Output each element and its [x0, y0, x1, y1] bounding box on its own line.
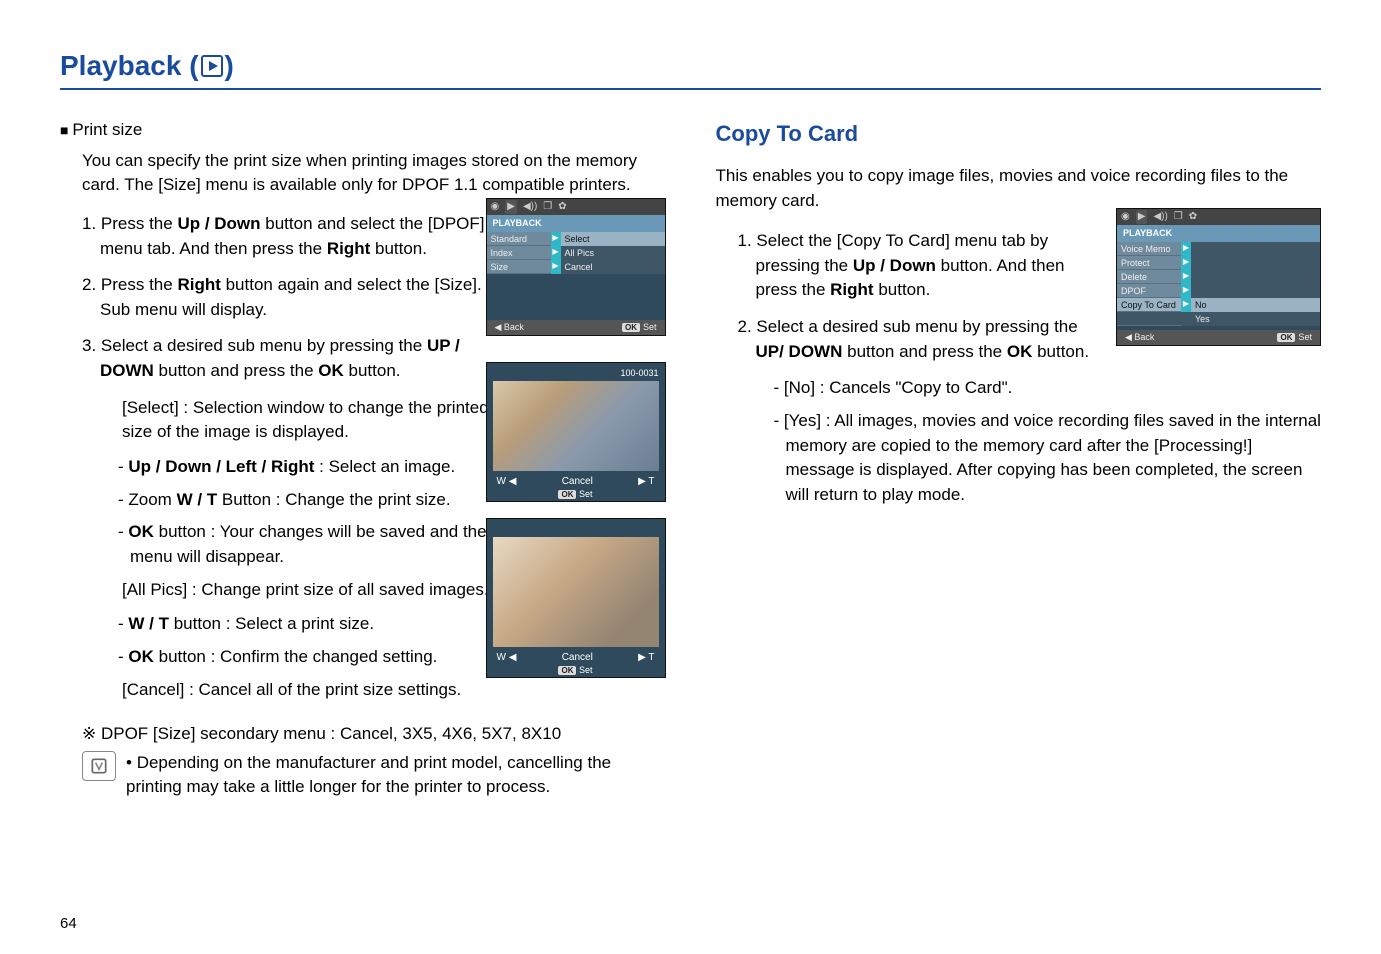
menu-row-protect: Protect▶: [1117, 256, 1320, 270]
menu-footbar: ◀ BackOKSet: [1117, 330, 1320, 345]
playback-icon: [201, 55, 223, 77]
chevron-right-icon: ▶: [1181, 242, 1191, 256]
menu-icons-bar: ◉ ▶ ◀)) ❐ ✿: [487, 199, 665, 215]
camera-menu-dpof: ◉ ▶ ◀)) ❐ ✿ PLAYBACK Standard▶Select Ind…: [486, 198, 666, 336]
menu-footbar: ◀ BackOKSet: [487, 320, 665, 335]
zoom-w: W ◀: [497, 651, 517, 666]
chevron-right-icon: ▶: [551, 246, 561, 260]
footnote1: ※ DPOF [Size] secondary menu : Cancel, 3…: [82, 722, 666, 747]
photo-image-2: [493, 537, 659, 647]
display-icon: ❐: [1174, 210, 1183, 225]
cancel-label: Cancel: [562, 475, 593, 490]
chevron-right-icon: ▶: [551, 232, 561, 246]
copy-yes: - [Yes] : All images, movies and voice r…: [786, 409, 1322, 508]
zoom-t: ▶ T: [638, 651, 654, 666]
left-column: Print size You can specify the print siz…: [60, 118, 666, 800]
display-icon: ❐: [543, 200, 552, 215]
menu-row-dpof: DPOF▶: [1117, 284, 1320, 298]
sound-icon: ◀)): [523, 200, 537, 215]
gear-icon: ✿: [558, 200, 566, 215]
note-icon: [82, 751, 116, 781]
page-title: Playback (): [60, 50, 1321, 90]
photo-counter: 100-0031: [620, 367, 658, 380]
chevron-right-icon: ▶: [1181, 256, 1191, 270]
camera-icon: ◉: [1121, 210, 1130, 225]
camera-icon: ◉: [491, 200, 500, 215]
zoom-t: ▶ T: [638, 475, 654, 490]
chevron-right-icon: ▶: [1181, 284, 1191, 298]
copy-no: - [No] : Cancels "Copy to Card".: [786, 376, 1322, 401]
right-column: Copy To Card This enables you to copy im…: [716, 118, 1322, 800]
menu-icons-bar: ◉ ▶ ◀)) ❐ ✿: [1117, 209, 1320, 225]
photo-image: [493, 381, 659, 471]
cancel-label: Cancel: [562, 651, 593, 666]
print-size-head: Print size: [60, 118, 666, 143]
menu-row-size: Size▶Cancel: [487, 260, 665, 274]
camera-photo-preview-2: W ◀ Cancel ▶ T OK Set: [486, 518, 666, 678]
copy-title: Copy To Card: [716, 118, 1322, 150]
chevron-right-icon: ▶: [1181, 270, 1191, 284]
playback-label: PLAYBACK: [487, 215, 665, 232]
left-intro: You can specify the print size when prin…: [82, 149, 666, 198]
menu-row-yes: Yes: [1117, 312, 1320, 326]
sound-icon: ◀)): [1153, 210, 1167, 225]
camera-photo-preview-1: 100-0031 W ◀ Cancel ▶ T OK Set: [486, 362, 666, 502]
page-number: 64: [60, 915, 77, 932]
cancel-desc: [Cancel] : Cancel all of the print size …: [122, 678, 666, 703]
chevron-right-icon: ▶: [551, 260, 561, 274]
camera-menu-copy: ◉ ▶ ◀)) ❐ ✿ PLAYBACK Voice Memo▶ Protect…: [1116, 208, 1321, 346]
playback-label: PLAYBACK: [1117, 225, 1320, 242]
menu-row-index: Index▶All Pics: [487, 246, 665, 260]
menu-row-standard: Standard▶Select: [487, 232, 665, 246]
zoom-w: W ◀: [497, 475, 517, 490]
menu-row-voicememo: Voice Memo▶: [1117, 242, 1320, 256]
gear-icon: ✿: [1189, 210, 1197, 225]
playback-tab-icon: ▶: [1136, 210, 1148, 225]
copy-intro: This enables you to copy image files, mo…: [716, 164, 1322, 213]
playback-tab-icon: ▶: [505, 200, 517, 215]
title-prefix: Playback (: [60, 50, 199, 81]
menu-row-delete: Delete▶: [1117, 270, 1320, 284]
note-row: • Depending on the manufacturer and prin…: [82, 751, 666, 800]
title-suffix: ): [225, 50, 234, 81]
chevron-right-icon: ▶: [1181, 298, 1191, 312]
menu-row-copytocard: Copy To Card▶No: [1117, 298, 1320, 312]
footnote2: • Depending on the manufacturer and prin…: [126, 751, 666, 800]
